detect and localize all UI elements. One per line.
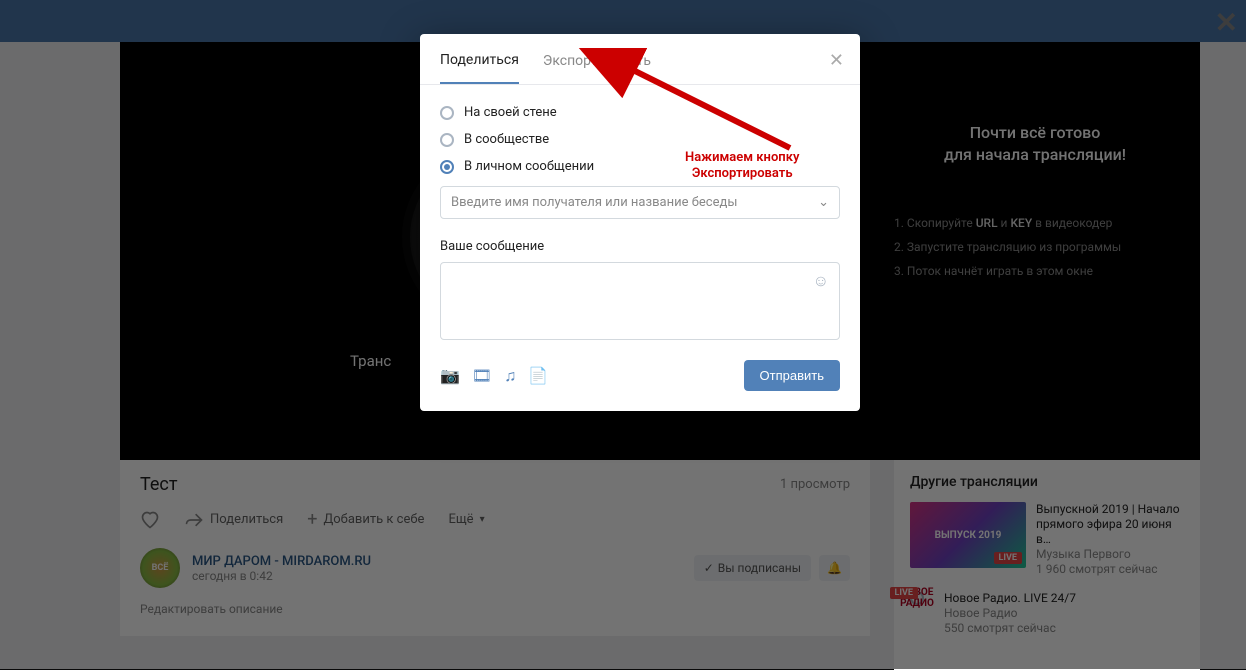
radio-label: На своей стене xyxy=(464,105,557,120)
radio-icon xyxy=(440,160,454,174)
tab-share[interactable]: Поделиться xyxy=(440,34,519,84)
message-label: Ваше сообщение xyxy=(440,239,840,254)
chevron-down-icon: ⌄ xyxy=(818,195,829,210)
annotation-text: Нажимаем кнопку Экспортировать xyxy=(685,150,799,182)
attach-audio-icon[interactable]: ♫ xyxy=(504,366,516,386)
emoji-icon[interactable]: ☺ xyxy=(813,271,829,291)
modal-close-button[interactable]: ✕ xyxy=(829,50,844,71)
attach-doc-icon[interactable]: 📄 xyxy=(528,366,548,386)
radio-icon xyxy=(440,106,454,120)
send-button[interactable]: Отправить xyxy=(744,360,840,391)
message-textarea[interactable]: ☺ xyxy=(440,262,840,340)
recipient-select[interactable]: Введите имя получателя или название бесе… xyxy=(440,186,840,219)
radio-label: В сообществе xyxy=(464,132,549,147)
recipient-placeholder: Введите имя получателя или название бесе… xyxy=(451,195,737,210)
radio-icon xyxy=(440,133,454,147)
attach-photo-icon[interactable]: 📷 xyxy=(440,366,460,386)
attach-video-icon[interactable]: 🎞 xyxy=(472,366,492,386)
